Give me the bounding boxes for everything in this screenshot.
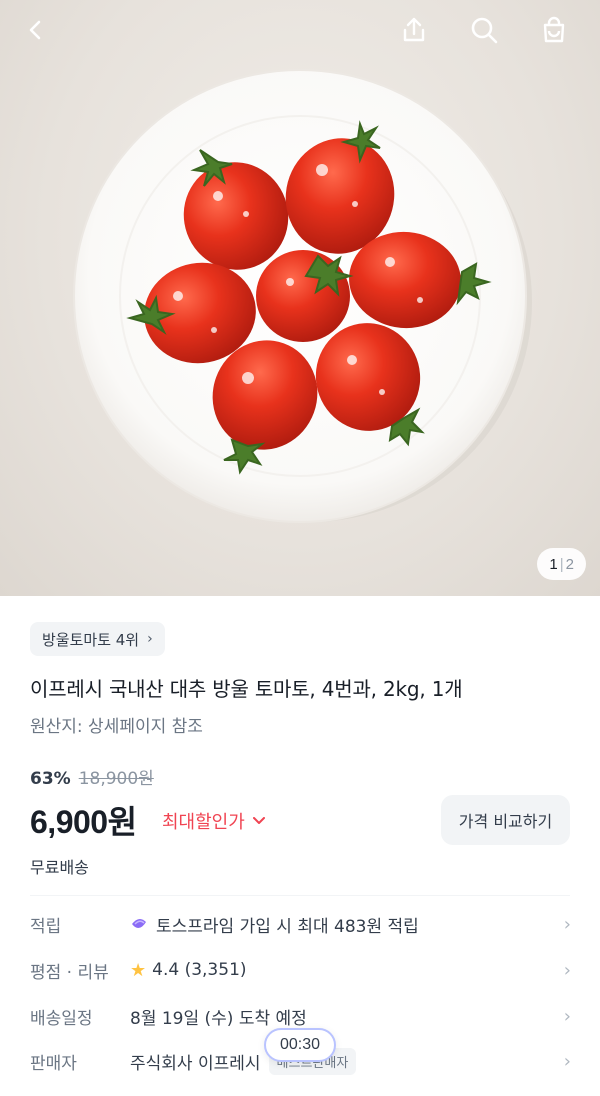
section-divider — [30, 895, 570, 896]
image-page-indicator: 1 | 2 — [537, 548, 586, 580]
max-discount-toggle[interactable]: 최대할인가 — [162, 808, 265, 834]
share-icon[interactable] — [392, 8, 436, 52]
chevron-down-icon — [252, 814, 265, 829]
rank-chip-label: 방울토마토 4위 — [42, 630, 140, 649]
rating-value: 4.4 (3,351) — [152, 960, 247, 980]
product-photo — [73, 69, 532, 523]
points-value-wrap: 토스프라임 가입 시 최대 483원 적립 — [130, 912, 419, 937]
seller-name: 주식회사 이프레시 — [130, 1053, 261, 1074]
total-pages: 2 — [565, 555, 574, 573]
shipping-info: 무료배송 — [30, 858, 89, 877]
page-separator: | — [559, 555, 564, 573]
toss-prime-icon — [132, 918, 146, 929]
product-image-gallery[interactable]: 1 | 2 — [0, 0, 600, 596]
seller-label: 판매자 — [30, 1053, 77, 1074]
original-price: 18,900원 — [78, 769, 154, 789]
rating-row[interactable]: 평점 · 리뷰 ★ 4.4 (3,351) › — [30, 954, 575, 986]
chevron-right-icon: › — [147, 631, 153, 647]
chevron-right-icon: › — [563, 914, 571, 935]
rating-value-wrap: ★ 4.4 (3,351) — [130, 960, 247, 981]
category-rank-chip[interactable]: 방울토마토 4위 › — [30, 622, 165, 656]
points-value: 토스프라임 가입 시 최대 483원 적립 — [156, 916, 419, 937]
chevron-right-icon: › — [563, 1051, 571, 1072]
discount-rate: 63% — [30, 769, 71, 789]
rating-label: 평점 · 리뷰 — [30, 962, 109, 983]
chevron-right-icon: › — [563, 960, 571, 981]
back-icon[interactable] — [14, 8, 58, 52]
shopping-bag-icon[interactable] — [532, 8, 576, 52]
star-icon: ★ — [130, 959, 147, 981]
points-row[interactable]: 적립 토스프라임 가입 시 최대 483원 적립 › — [30, 908, 575, 940]
delivery-label: 배송일정 — [30, 1008, 93, 1029]
delivery-value: 8월 19일 (수) 도착 예정 — [130, 1008, 307, 1029]
product-title: 이프레시 국내산 대추 방울 토마토, 4번과, 2kg, 1개 — [30, 677, 463, 701]
chevron-right-icon: › — [563, 1006, 571, 1027]
top-app-bar — [0, 0, 600, 60]
current-page: 1 — [549, 555, 558, 573]
points-label: 적립 — [30, 916, 62, 937]
floating-timer[interactable]: 00:30 — [264, 1028, 336, 1062]
compare-price-button[interactable]: 가격 비교하기 — [441, 795, 570, 845]
max-discount-label: 최대할인가 — [162, 812, 245, 833]
discount-row: 63% 18,900원 — [30, 764, 154, 789]
sale-price: 6,900원 — [30, 804, 137, 840]
search-icon[interactable] — [462, 8, 506, 52]
product-origin: 원산지: 상세페이지 참조 — [30, 717, 203, 737]
